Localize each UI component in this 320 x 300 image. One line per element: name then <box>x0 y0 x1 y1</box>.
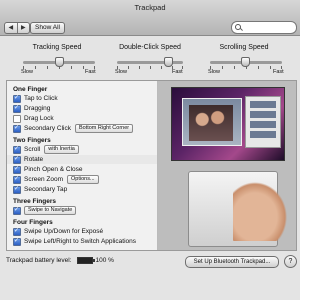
expose-row[interactable]: Swipe Up/Down for Exposé <box>13 227 103 236</box>
scroll-row[interactable]: Scrollwith Inertia <box>13 145 79 154</box>
secondary-click-checkbox[interactable] <box>13 124 21 133</box>
four-fingers-heading: Four Fingers <box>13 219 53 226</box>
battery-icon <box>76 257 95 264</box>
back-button[interactable]: ◀ <box>5 23 18 33</box>
scroll-popup[interactable]: with Inertia <box>44 145 79 154</box>
rotate-checkbox[interactable] <box>13 155 21 164</box>
preview-photo-people <box>189 105 233 141</box>
dragging-row[interactable]: Dragging <box>13 104 50 113</box>
screen-zoom-label: Screen Zoom <box>24 176 64 183</box>
titlebar: Trackpad ◀ ▶ Show All <box>0 0 300 36</box>
show-all-button[interactable]: Show All <box>30 22 65 34</box>
battery-level: Trackpad battery level: 100 % <box>6 257 114 264</box>
pinch-checkbox[interactable] <box>13 165 21 174</box>
scroll-checkbox[interactable] <box>13 145 21 154</box>
nav-buttons: ◀ ▶ <box>4 22 30 34</box>
battery-label: Trackpad battery level: <box>6 257 72 264</box>
screen-zoom-row[interactable]: Screen ZoomOptions... <box>13 175 99 184</box>
scrolling-speed-min-label: Slow <box>208 69 220 75</box>
search-input[interactable] <box>231 21 297 34</box>
switch-apps-label: Swipe Left/Right to Switch Applications <box>24 238 137 245</box>
switch-apps-checkbox[interactable] <box>13 237 21 246</box>
scroll-label: Scroll <box>24 146 41 153</box>
window-title: Trackpad <box>134 3 166 12</box>
battery-value: 100 % <box>95 257 114 264</box>
scrolling-speed-max-label: Fast <box>273 69 284 75</box>
double-click-speed-slider[interactable] <box>117 61 183 64</box>
tap-to-click-row[interactable]: Tap to Click <box>13 94 58 103</box>
drag-lock-checkbox[interactable] <box>13 114 21 123</box>
hand-image <box>233 181 288 241</box>
search-icon <box>235 24 241 30</box>
screen-zoom-checkbox[interactable] <box>13 175 21 184</box>
drag-lock-label: Drag Lock <box>24 115 54 122</box>
secondary-tap-row[interactable]: Secondary Tap <box>13 185 67 194</box>
screen-zoom-options-button[interactable]: Options... <box>67 175 99 184</box>
pinch-row[interactable]: Pinch Open & Close <box>13 165 83 174</box>
expose-checkbox[interactable] <box>13 227 21 236</box>
double-click-speed-max-label: Fast <box>172 69 183 75</box>
two-fingers-heading: Two Fingers <box>13 137 51 144</box>
pinch-label: Pinch Open & Close <box>24 166 83 173</box>
scrolling-speed-ticks <box>210 66 282 69</box>
gesture-panel: One Finger Tap to Click Dragging Drag Lo… <box>6 80 297 251</box>
swipe-navigate-popup[interactable]: Swipe to Navigate <box>24 206 77 215</box>
setup-bluetooth-trackpad-button[interactable]: Set Up Bluetooth Trackpad... <box>185 256 279 268</box>
drag-lock-row[interactable]: Drag Lock <box>13 114 54 123</box>
tracking-speed-title: Tracking Speed <box>32 44 82 51</box>
double-click-speed-title: Double-Click Speed <box>119 44 181 51</box>
tracking-speed-max-label: Fast <box>85 69 96 75</box>
gesture-settings-list: One Finger Tap to Click Dragging Drag Lo… <box>7 81 158 250</box>
secondary-click-popup[interactable]: Bottom Right Corner <box>74 124 134 133</box>
expose-label: Swipe Up/Down for Exposé <box>24 228 104 235</box>
forward-button[interactable]: ▶ <box>18 23 30 33</box>
dragging-label: Dragging <box>24 105 51 112</box>
preview-photo <box>182 98 242 146</box>
rotate-row[interactable]: Rotate <box>7 155 157 164</box>
secondary-tap-checkbox[interactable] <box>13 185 21 194</box>
scrolling-speed-title: Scrolling Speed <box>219 44 269 51</box>
tap-to-click-label: Tap to Click <box>24 95 58 102</box>
one-finger-heading: One Finger <box>13 86 48 93</box>
tracking-speed-min-label: Slow <box>21 69 33 75</box>
dragging-checkbox[interactable] <box>13 104 21 113</box>
switch-apps-row[interactable]: Swipe Left/Right to Switch Applications <box>13 237 136 246</box>
swipe-navigate-row[interactable]: Swipe to Navigate <box>13 206 77 215</box>
secondary-click-row[interactable]: Secondary ClickBottom Right Corner <box>13 124 134 133</box>
help-button[interactable]: ? <box>284 255 297 268</box>
three-fingers-heading: Three Fingers <box>13 198 56 205</box>
rotate-label: Rotate <box>24 156 44 163</box>
swipe-navigate-checkbox[interactable] <box>13 206 21 215</box>
gesture-preview <box>158 81 296 250</box>
secondary-click-label: Secondary Click <box>24 125 71 132</box>
trackpad-preferences-window: Trackpad ◀ ▶ Show All Tracking Speed Slo… <box>0 0 300 300</box>
preview-screen-image <box>171 87 285 161</box>
preview-sidebar-thumbnails <box>245 96 281 148</box>
secondary-tap-label: Secondary Tap <box>24 186 68 193</box>
double-click-speed-min-label: Slow <box>115 69 127 75</box>
tap-to-click-checkbox[interactable] <box>13 94 21 103</box>
